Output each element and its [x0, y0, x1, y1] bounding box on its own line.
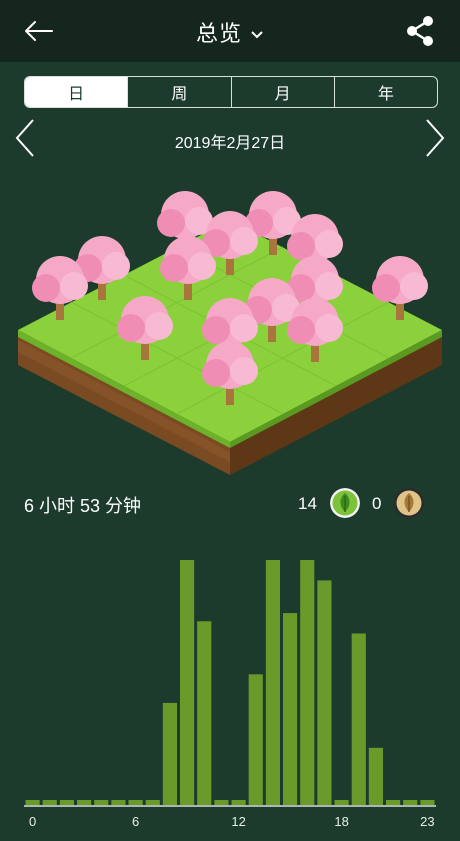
focus-duration: 6 小时 53 分钟 — [24, 496, 142, 516]
bar-hour-10 — [197, 621, 212, 805]
top-bar: 总览 — [0, 0, 460, 62]
bar-hour-8 — [162, 702, 177, 805]
bar-hour-9 — [180, 560, 195, 805]
bar-hour-2 — [59, 800, 74, 805]
bar-hour-23 — [420, 800, 435, 805]
bar-hour-21 — [386, 800, 401, 805]
chevron-down-icon — [251, 31, 263, 39]
bar-hour-19 — [351, 633, 366, 805]
fail-count: 0 — [372, 494, 382, 513]
forest-illustration — [18, 191, 442, 475]
tab-month[interactable]: 月 — [230, 77, 334, 107]
bar-hour-20 — [368, 747, 383, 805]
page-title-text: 总览 — [195, 21, 242, 46]
x-tick-label: 6 — [132, 814, 139, 829]
page-title[interactable]: 总览 — [0, 16, 460, 48]
x-tick-label: 12 — [231, 814, 245, 829]
hourly-focus-bar-chart: 0 6 12 18 23 — [24, 560, 436, 829]
bar-hour-13 — [248, 674, 263, 805]
success-count: 14 — [298, 494, 317, 513]
tab-day[interactable]: 日 — [25, 77, 128, 107]
next-date-icon[interactable] — [424, 118, 446, 158]
bar-hour-4 — [94, 800, 109, 805]
bar-hour-11 — [214, 800, 229, 805]
period-tabs: 日 周 月 年 — [24, 76, 438, 108]
withered-tree-icon — [394, 488, 424, 518]
bar-hour-17 — [317, 580, 332, 805]
bar-hour-1 — [42, 800, 57, 805]
bar-hour-15 — [283, 613, 298, 805]
bar-hour-3 — [77, 800, 92, 805]
healthy-tree-icon — [330, 488, 360, 518]
bar-hour-18 — [334, 800, 349, 805]
bar-hour-6 — [128, 800, 143, 805]
bar-hour-16 — [300, 560, 315, 805]
x-tick-label: 23 — [420, 814, 434, 829]
bar-hour-0 — [25, 800, 40, 805]
x-tick-label: 0 — [29, 814, 36, 829]
share-icon[interactable] — [404, 14, 436, 48]
bar-hour-7 — [145, 800, 160, 805]
tab-week[interactable]: 周 — [127, 77, 230, 107]
bar-hour-22 — [403, 800, 418, 805]
bar-hour-5 — [111, 800, 126, 805]
x-tick-label: 18 — [334, 814, 348, 829]
bar-hour-14 — [265, 560, 280, 805]
date-label: 2019年2月27日 — [174, 135, 286, 152]
bar-hour-12 — [231, 800, 246, 805]
tab-year[interactable]: 年 — [333, 77, 437, 107]
